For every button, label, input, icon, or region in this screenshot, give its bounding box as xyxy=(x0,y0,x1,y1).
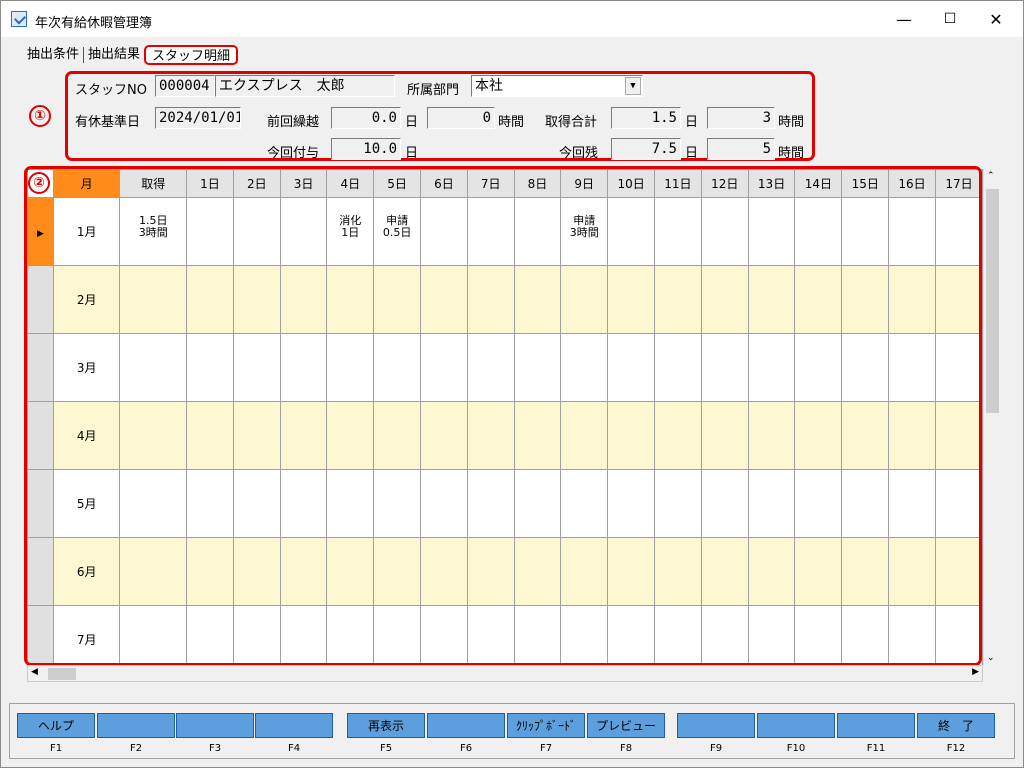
function-key-label: F8 xyxy=(619,743,633,754)
prev-carry-days-field: 0.0 xyxy=(331,107,401,129)
function-button-f7[interactable]: ｸﾘｯﾌﾟﾎﾞｰﾄﾞ xyxy=(507,713,585,738)
function-button-f8[interactable]: プレビュー xyxy=(587,713,665,738)
tab-strip: 抽出条件 抽出結果 スタッフ明細 xyxy=(23,43,239,67)
minimize-button[interactable]: — xyxy=(881,1,927,37)
scroll-down-icon[interactable]: ⌄ xyxy=(987,653,995,663)
tab-staff-details[interactable]: スタッフ明細 xyxy=(144,45,239,65)
tab-extract-conditions[interactable]: 抽出条件 xyxy=(23,45,83,65)
staff-no-label: スタッフNO xyxy=(75,83,147,98)
base-date-label: 有休基準日 xyxy=(75,115,141,130)
chevron-down-icon[interactable]: ▼ xyxy=(625,77,641,95)
base-date-field[interactable]: 2024/01/01 xyxy=(155,107,241,129)
app-icon xyxy=(11,11,27,27)
function-button-f5[interactable]: 再表示 xyxy=(347,713,425,738)
horizontal-scrollbar[interactable]: ◀ ▶ xyxy=(27,665,983,682)
remain-label: 今回残 xyxy=(559,146,599,161)
app-window: 年次有給休暇管理簿 — ☐ ✕ 抽出条件 抽出結果 スタッフ明細 ① スタッフN… xyxy=(0,0,1024,768)
function-key-label: F11 xyxy=(866,743,886,754)
remain-hours-field: 5 xyxy=(707,138,775,160)
maximize-button[interactable]: ☐ xyxy=(927,1,973,37)
prev-carry-label: 前回繰越 xyxy=(267,115,320,130)
prev-carry-hour-unit: 時間 xyxy=(498,115,525,130)
function-key-label: F2 xyxy=(129,743,143,754)
remain-hour-unit: 時間 xyxy=(778,146,805,161)
function-key-label: F12 xyxy=(946,743,966,754)
function-button-f4[interactable] xyxy=(255,713,333,738)
scroll-up-icon[interactable]: ⌃ xyxy=(987,171,995,181)
remain-day-unit: 日 xyxy=(685,146,699,161)
taken-hour-unit: 時間 xyxy=(778,115,805,130)
dept-value: 本社 xyxy=(475,78,503,94)
vertical-scrollbar[interactable]: ⌃ ⌄ xyxy=(983,169,1000,665)
taken-day-unit: 日 xyxy=(685,115,699,130)
marker-1: ① xyxy=(29,105,51,127)
function-button-f6[interactable] xyxy=(427,713,505,738)
function-key-label: F9 xyxy=(709,743,723,754)
function-button-f12[interactable]: 終 了 xyxy=(917,713,995,738)
function-key-label: F1 xyxy=(49,743,63,754)
vertical-scroll-thumb[interactable] xyxy=(986,189,999,413)
staff-name-field: エクスプレス 太郎 xyxy=(215,75,395,97)
close-button[interactable]: ✕ xyxy=(973,1,1019,37)
function-key-label: F7 xyxy=(539,743,553,754)
remain-days-field: 7.5 xyxy=(611,138,681,160)
taken-hours-field: 3 xyxy=(707,107,775,129)
dept-select[interactable]: 本社 ▼ xyxy=(471,75,643,97)
grant-day-unit: 日 xyxy=(405,146,419,161)
tab-extract-results[interactable]: 抽出結果 xyxy=(84,45,144,65)
function-key-label: F6 xyxy=(459,743,473,754)
function-button-f2[interactable] xyxy=(97,713,175,738)
scroll-left-icon[interactable]: ◀ xyxy=(31,667,38,677)
window-title: 年次有給休暇管理簿 xyxy=(35,16,153,31)
dept-label: 所属部門 xyxy=(407,83,460,98)
function-key-label: F10 xyxy=(786,743,806,754)
function-key-label: F3 xyxy=(208,743,222,754)
prev-carry-day-unit: 日 xyxy=(405,115,419,130)
function-key-label: F4 xyxy=(287,743,301,754)
function-key-label: F5 xyxy=(379,743,393,754)
function-button-f9[interactable] xyxy=(677,713,755,738)
scroll-right-icon[interactable]: ▶ xyxy=(972,667,979,677)
function-button-f10[interactable] xyxy=(757,713,835,738)
grid-highlight xyxy=(24,166,982,666)
taken-total-label: 取得合計 xyxy=(545,115,598,130)
staff-no-field[interactable]: 000004 xyxy=(155,75,215,97)
taken-days-field: 1.5 xyxy=(611,107,681,129)
horizontal-scroll-thumb[interactable] xyxy=(48,668,76,680)
function-button-f3[interactable] xyxy=(176,713,254,738)
title-bar: 年次有給休暇管理簿 — ☐ ✕ xyxy=(1,1,1023,37)
function-button-f11[interactable] xyxy=(837,713,915,738)
prev-carry-hours-field: 0 xyxy=(427,107,495,129)
grant-label: 今回付与 xyxy=(267,146,320,161)
function-key-bar: ヘルプ F1 F2 F3 F4 再表示 F5 F6 ｸﾘｯﾌﾟﾎﾞｰﾄﾞ F7 プレビュー F8 F9 F… xyxy=(9,703,1015,759)
function-button-f1[interactable]: ヘルプ xyxy=(17,713,95,738)
grant-days-field: 10.0 xyxy=(331,138,401,160)
